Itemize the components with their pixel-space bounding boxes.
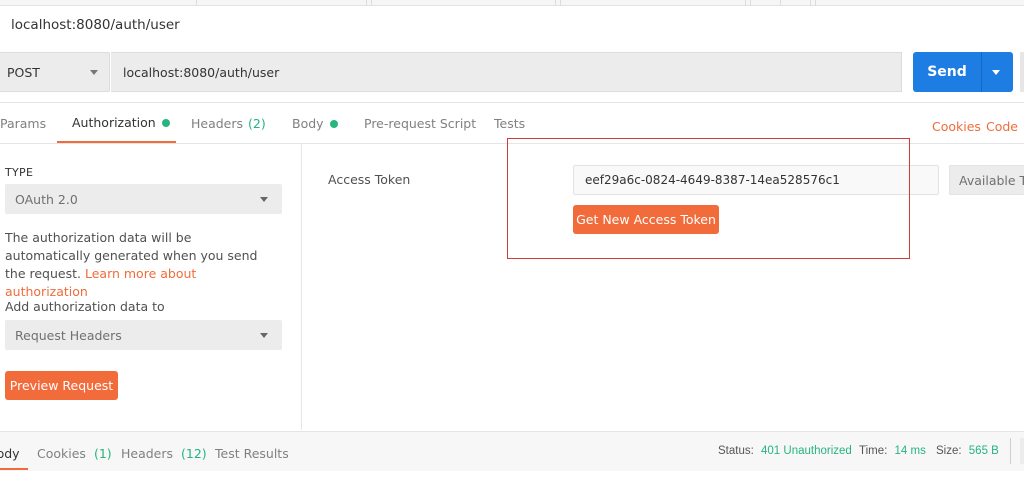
- code-link[interactable]: Code: [986, 119, 1018, 134]
- tab-headers[interactable]: Headers (2): [191, 104, 266, 143]
- save-response-button[interactable]: [1020, 438, 1024, 464]
- chevron-down-icon[interactable]: [992, 69, 1000, 75]
- get-new-access-token-button[interactable]: Get New Access Token: [573, 205, 719, 234]
- time-label: Time:: [859, 445, 888, 457]
- response-tab-cookies[interactable]: Cookies (1): [37, 446, 112, 461]
- tab-separator: [366, 0, 367, 6]
- access-token-input[interactable]: eef29a6c-0824-4649-8387-14ea528576c1: [573, 165, 939, 195]
- request-title: localhost:8080/auth/user: [11, 17, 180, 33]
- access-token-value: eef29a6c-0824-4649-8387-14ea528576c1: [585, 173, 840, 187]
- status-label: Status:: [718, 445, 754, 457]
- divider: [0, 102, 1024, 103]
- response-tab-headers[interactable]: Headers (12): [121, 446, 207, 461]
- tab-body[interactable]: Body: [292, 104, 338, 143]
- tab-separator: [750, 0, 751, 6]
- highlight-annotation-box: [507, 138, 910, 259]
- chevron-down-icon: [260, 197, 268, 202]
- divider: [1010, 438, 1011, 464]
- add-auth-to-select[interactable]: Request Headers: [5, 320, 282, 350]
- method-value: POST: [7, 64, 40, 80]
- status-value: 401 Unauthorized: [761, 445, 852, 457]
- size-label: Size:: [936, 445, 962, 457]
- auth-description: The authorization data will be automatic…: [5, 229, 280, 301]
- tab-separator: [745, 0, 746, 6]
- tab-bar-strip: [0, 0, 1024, 6]
- send-divider: [981, 52, 982, 92]
- active-dot-icon: [329, 119, 338, 128]
- chevron-down-icon: [260, 333, 268, 338]
- tab-authorization-label: Authorization: [72, 115, 156, 130]
- available-tokens-label: Available Tokens: [959, 172, 1024, 188]
- send-label: Send: [927, 64, 967, 80]
- tab-headers-label: Headers: [191, 116, 244, 131]
- available-tokens-select[interactable]: Available Tokens: [949, 165, 1024, 195]
- preview-request-button[interactable]: Preview Request: [5, 371, 118, 400]
- response-tab-body[interactable]: Body: [0, 446, 20, 461]
- response-tab-cookies-count: (1): [93, 446, 112, 461]
- tab-separator: [810, 0, 811, 6]
- access-token-label: Access Token: [328, 172, 411, 187]
- tab-separator: [560, 0, 561, 6]
- response-tab-test-results[interactable]: Test Results: [215, 446, 289, 461]
- url-value: localhost:8080/auth/user: [123, 64, 280, 80]
- tab-params[interactable]: Params: [0, 104, 46, 143]
- response-size: Size: 565 B: [936, 445, 999, 457]
- method-select[interactable]: POST: [0, 52, 110, 92]
- tab-authorization[interactable]: Authorization: [57, 104, 176, 143]
- tab-body-label: Body: [292, 116, 324, 131]
- auth-type-select[interactable]: OAuth 2.0: [5, 184, 282, 214]
- active-tab-indicator: [0, 468, 28, 470]
- size-value: 565 B: [968, 445, 999, 457]
- tab-prerequest-script[interactable]: Pre-request Script: [364, 104, 476, 143]
- tab-prerequest-label: Pre-request Script: [364, 116, 477, 131]
- send-button[interactable]: Send: [913, 52, 1013, 92]
- type-label: TYPE: [5, 166, 34, 179]
- tab-separator: [815, 0, 816, 6]
- tab-separator: [780, 0, 781, 6]
- add-auth-to-value: Request Headers: [15, 327, 122, 343]
- url-input[interactable]: localhost:8080/auth/user: [111, 52, 902, 92]
- tab-separator: [196, 0, 197, 6]
- active-dot-icon: [161, 118, 170, 127]
- response-tab-headers-label: Headers: [121, 446, 174, 461]
- tab-separator: [371, 0, 372, 6]
- response-tab-cookies-label: Cookies: [37, 446, 86, 461]
- response-status: Status: 401 Unauthorized: [718, 445, 852, 457]
- chevron-down-icon: [90, 70, 98, 75]
- cookies-link[interactable]: Cookies: [932, 119, 981, 134]
- tab-tests-label: Tests: [494, 116, 526, 131]
- auth-type-value: OAuth 2.0: [15, 191, 78, 207]
- response-tab-headers-count: (12): [181, 446, 207, 461]
- time-value: 14 ms: [894, 445, 926, 457]
- add-auth-to-label: Add authorization data to: [5, 299, 165, 314]
- tab-separator: [555, 0, 556, 6]
- tab-headers-count: (2): [248, 116, 266, 131]
- tab-tests[interactable]: Tests: [494, 104, 525, 143]
- response-time: Time: 14 ms: [859, 445, 926, 457]
- tab-params-label: Params: [0, 116, 47, 131]
- save-button-edge[interactable]: [1020, 52, 1024, 92]
